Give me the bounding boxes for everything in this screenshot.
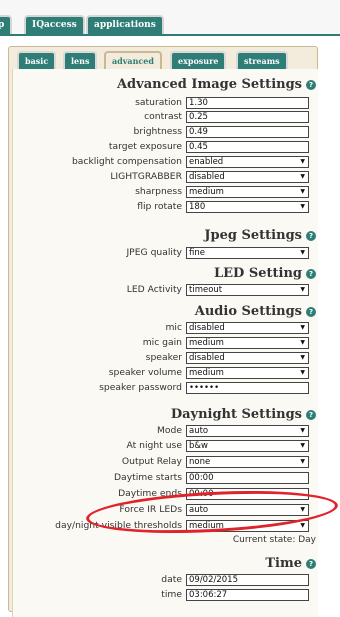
help-icon[interactable]: ?	[306, 230, 316, 241]
setting-label: saturation	[135, 97, 182, 108]
setting-time: time 03:06:27	[0, 589, 318, 601]
setting-label: At night use	[126, 440, 182, 451]
setting-backlight-compensation: backlight compensation enabled	[0, 156, 318, 168]
setting-sharpness: sharpness medium	[0, 186, 318, 198]
setting-led-activity: LED Activity timeout	[0, 284, 318, 296]
speaker-volume-select[interactable]: medium	[186, 367, 309, 379]
flip-rotate-select[interactable]: 180	[186, 201, 309, 213]
lightgrabber-select[interactable]: disabled	[186, 171, 309, 183]
setting-label: speaker volume	[108, 367, 182, 378]
help-icon[interactable]: ?	[306, 268, 316, 279]
setting-label: Daytime starts	[113, 472, 182, 483]
setting-saturation: saturation 1.30	[0, 97, 318, 109]
section-title-audio: Audio Settings ?	[195, 304, 316, 319]
target-exposure-input[interactable]: 0.45	[186, 141, 309, 153]
setting-label: time	[161, 589, 182, 600]
section-title-advanced: Advanced Image Settings ?	[117, 77, 316, 92]
tab-p[interactable]: p	[0, 15, 13, 36]
contrast-input[interactable]: 0.25	[186, 111, 309, 123]
setting-label: sharpness	[135, 186, 182, 197]
setting-label: brightness	[133, 126, 182, 137]
tab-exposure[interactable]: exposure	[170, 51, 227, 71]
mic-select[interactable]: disabled	[186, 322, 309, 334]
setting-output-relay: Output Relay none	[0, 456, 318, 468]
section-title-text: Daynight Settings	[170, 407, 302, 422]
section-title-text: Jpeg Settings	[204, 228, 302, 243]
setting-label: LED Activity	[126, 284, 182, 295]
tab-lens[interactable]: lens	[63, 51, 98, 71]
brightness-input[interactable]: 0.49	[186, 126, 309, 138]
at-night-use-select[interactable]: b&w	[186, 440, 309, 452]
section-title-led: LED Setting ?	[214, 266, 316, 281]
setting-label: LIGHTGRABBER	[110, 171, 182, 182]
speaker-select[interactable]: disabled	[186, 352, 309, 364]
tab-iqaccess[interactable]: IQaccess	[24, 15, 85, 36]
sharpness-select[interactable]: medium	[186, 186, 309, 198]
setting-brightness: brightness 0.49	[0, 126, 318, 138]
mode-select[interactable]: auto	[186, 425, 309, 437]
setting-lightgrabber: LIGHTGRABBER disabled	[0, 171, 318, 183]
setting-label: date	[161, 574, 182, 585]
setting-label: speaker password	[99, 382, 182, 393]
section-title-time: Time ?	[265, 556, 316, 571]
setting-label: JPEG quality	[126, 247, 182, 258]
setting-label: target exposure	[108, 141, 182, 152]
help-icon[interactable]: ?	[306, 409, 316, 420]
setting-label: mic	[165, 322, 182, 333]
speaker-password-input[interactable]: ••••••	[186, 382, 309, 394]
setting-speaker: speaker disabled	[0, 352, 318, 364]
setting-date: date 09/02/2015	[0, 574, 318, 586]
setting-at-night-use: At night use b&w	[0, 440, 318, 452]
section-title-text: Advanced Image Settings	[116, 77, 302, 92]
setting-mic-gain: mic gain medium	[0, 337, 318, 349]
setting-mic: mic disabled	[0, 322, 318, 334]
setting-contrast: contrast 0.25	[0, 111, 318, 123]
top-navigation: p IQaccess applications	[0, 0, 340, 36]
daytime-starts-input[interactable]: 00:00	[186, 472, 309, 484]
current-state-text: Current state: Day	[232, 535, 316, 545]
setting-speaker-password: speaker password ••••••	[0, 382, 318, 394]
setting-label: mic gain	[142, 337, 182, 348]
setting-label: backlight compensation	[71, 156, 182, 167]
tab-underline	[0, 34, 340, 36]
mic-gain-select[interactable]: medium	[186, 337, 309, 349]
output-relay-select[interactable]: none	[186, 456, 309, 468]
setting-mode: Mode auto	[0, 425, 318, 437]
section-title-text: Time	[265, 556, 302, 571]
jpeg-quality-select[interactable]: fine	[186, 247, 309, 259]
saturation-input[interactable]: 1.30	[186, 97, 309, 109]
help-icon[interactable]: ?	[306, 79, 316, 90]
setting-label: Mode	[156, 425, 182, 436]
time-input[interactable]: 03:06:27	[186, 589, 309, 601]
setting-daytime-starts: Daytime starts 00:00	[0, 472, 318, 484]
date-input[interactable]: 09/02/2015	[186, 574, 309, 586]
setting-label: contrast	[144, 111, 182, 122]
help-icon[interactable]: ?	[306, 306, 316, 317]
tab-basic[interactable]: basic	[17, 51, 57, 71]
led-activity-select[interactable]: timeout	[186, 284, 309, 296]
help-icon[interactable]: ?	[306, 558, 316, 569]
setting-label: Output Relay	[121, 456, 182, 467]
section-title-text: LED Setting	[214, 266, 302, 281]
tab-applications[interactable]: applications	[86, 15, 164, 36]
backlight-compensation-select[interactable]: enabled	[186, 156, 309, 168]
setting-label: flip rotate	[137, 201, 182, 212]
setting-jpeg-quality: JPEG quality fine	[0, 247, 318, 259]
section-title-text: Audio Settings	[194, 304, 302, 319]
setting-target-exposure: target exposure 0.45	[0, 141, 318, 153]
section-title-daynight: Daynight Settings ?	[171, 407, 316, 422]
setting-flip-rotate: flip rotate 180	[0, 201, 318, 213]
setting-speaker-volume: speaker volume medium	[0, 367, 318, 379]
tab-streams[interactable]: streams	[236, 51, 288, 71]
section-title-jpeg: Jpeg Settings ?	[204, 228, 316, 243]
setting-label: speaker	[145, 352, 182, 363]
